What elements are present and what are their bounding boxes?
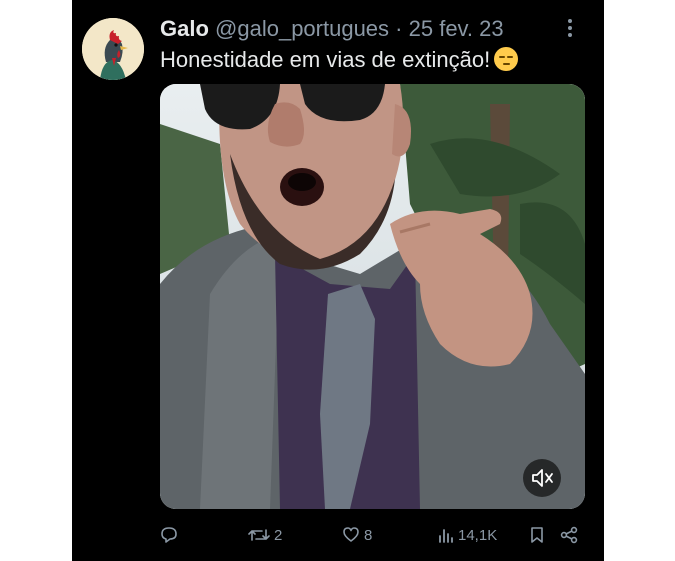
bookmark-button[interactable]	[530, 522, 544, 548]
header-separator: ·	[395, 16, 403, 41]
views-button[interactable]: 14,1K	[438, 522, 497, 548]
share-button[interactable]	[560, 522, 578, 548]
retweet-icon	[248, 529, 270, 541]
retweet-button[interactable]: 2	[248, 522, 282, 548]
avatar[interactable]	[82, 18, 144, 80]
retweet-count: 2	[274, 526, 283, 544]
like-button[interactable]: 8	[342, 522, 372, 548]
share-icon	[560, 526, 578, 544]
video-frame	[160, 84, 585, 509]
user-handle[interactable]: @galo_portugues	[215, 16, 389, 41]
bookmark-icon	[531, 527, 543, 543]
tweet-text-content: Honestidade em vias de extinção!	[160, 47, 491, 72]
like-count: 8	[364, 526, 373, 544]
tweet-header: Galo @galo_portugues · 25 fev. 23	[160, 14, 560, 44]
rooster-avatar-icon	[82, 18, 144, 80]
reply-button[interactable]	[160, 522, 178, 548]
action-bar: 2 8 14,1K	[160, 522, 590, 548]
heart-icon	[343, 527, 359, 542]
relieved-face-emoji-icon	[494, 47, 519, 71]
mute-button[interactable]	[523, 459, 561, 497]
more-icon[interactable]	[560, 18, 580, 42]
speaker-muted-icon	[532, 469, 553, 487]
tweet-card: Galo @galo_portugues · 25 fev. 23 Honest…	[72, 0, 604, 561]
views-icon	[439, 529, 453, 543]
display-name[interactable]: Galo	[160, 16, 209, 41]
views-count: 14,1K	[458, 526, 498, 544]
tweet-text: Honestidade em vias de extinção!	[160, 46, 590, 74]
video-player[interactable]: ou	[160, 84, 585, 509]
tweet-date[interactable]: 25 fev. 23	[409, 16, 504, 41]
reply-icon	[161, 527, 177, 543]
